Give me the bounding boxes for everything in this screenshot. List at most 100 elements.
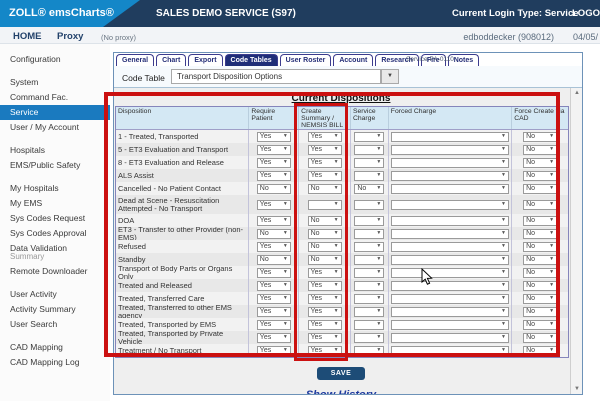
service-charge-select[interactable]: ▼ [354,242,384,252]
service-charge-select[interactable]: ▼ [354,346,384,356]
sidebar-item-my-ems[interactable]: My EMS [0,196,110,211]
create-summary-select[interactable]: Yes▼ [308,320,342,330]
force-create-cad-select[interactable]: No▼ [523,294,557,304]
force-create-cad-select[interactable]: No▼ [523,346,557,356]
save-button[interactable]: SAVE [317,367,366,380]
sidebar-item-cad-mapping[interactable]: CAD Mapping [0,340,110,355]
require-patient-select[interactable]: Yes▼ [257,158,291,168]
sidebar-item-activity-summary[interactable]: Activity Summary [0,302,110,317]
sidebar-item-sys-codes-request[interactable]: Sys Codes Request [0,211,110,226]
sidebar-item-service[interactable]: Service [0,105,110,120]
require-patient-select[interactable]: Yes▼ [257,346,291,356]
forced-charge-select[interactable]: ▼ [391,242,509,252]
force-create-cad-select[interactable]: No▼ [523,242,557,252]
forced-charge-select[interactable]: ▼ [391,216,509,226]
require-patient-select[interactable]: Yes▼ [257,333,291,343]
create-summary-select[interactable]: Yes▼ [308,145,342,155]
create-summary-select[interactable]: Yes▼ [308,346,342,356]
create-summary-select[interactable]: No▼ [308,229,342,239]
code-table-select[interactable]: Transport Disposition Options [171,69,381,84]
create-summary-select[interactable]: No▼ [308,242,342,252]
require-patient-select[interactable]: No▼ [257,184,291,194]
require-patient-select[interactable]: Yes▼ [257,242,291,252]
require-patient-select[interactable]: Yes▼ [257,216,291,226]
service-charge-select[interactable]: ▼ [354,229,384,239]
require-patient-select[interactable]: No▼ [257,255,291,265]
service-charge-select[interactable]: No▼ [354,184,384,194]
sidebar-item-hospitals[interactable]: Hospitals [0,143,110,158]
scroll-up-icon[interactable]: ▲ [571,90,582,96]
forced-charge-select[interactable]: ▼ [391,320,509,330]
tab-export[interactable]: Export [188,54,222,66]
force-create-cad-select[interactable]: No▼ [523,216,557,226]
require-patient-select[interactable]: Yes▼ [257,200,291,210]
forced-charge-select[interactable]: ▼ [391,281,509,291]
forced-charge-select[interactable]: ▼ [391,132,509,142]
forced-charge-select[interactable]: ▼ [391,200,509,210]
force-create-cad-select[interactable]: No▼ [523,281,557,291]
sidebar-item-user-my-account[interactable]: User / My Account [0,120,110,135]
force-create-cad-select[interactable]: No▼ [523,268,557,278]
create-summary-select[interactable]: Yes▼ [308,132,342,142]
sidebar-item-system[interactable]: System [0,75,110,90]
tab-account[interactable]: Account [333,54,373,66]
create-summary-select[interactable]: No▼ [308,184,342,194]
forced-charge-select[interactable]: ▼ [391,294,509,304]
require-patient-select[interactable]: Yes▼ [257,307,291,317]
forced-charge-select[interactable]: ▼ [391,158,509,168]
service-charge-select[interactable]: ▼ [354,333,384,343]
sidebar-item-data-validation[interactable]: Data ValidationSummary [0,241,110,264]
force-create-cad-select[interactable]: No▼ [523,132,557,142]
service-charge-select[interactable]: ▼ [354,216,384,226]
vertical-scrollbar[interactable]: ▲ ▼ [570,88,582,394]
service-charge-select[interactable]: ▼ [354,171,384,181]
require-patient-select[interactable]: No▼ [257,229,291,239]
forced-charge-select[interactable]: ▼ [391,333,509,343]
create-summary-select[interactable]: No▼ [308,255,342,265]
create-summary-select[interactable]: No▼ [308,216,342,226]
forced-charge-select[interactable]: ▼ [391,255,509,265]
force-create-cad-select[interactable]: No▼ [523,158,557,168]
service-charge-select[interactable]: ▼ [354,145,384,155]
sidebar-item-cad-mapping-log[interactable]: CAD Mapping Log [0,355,110,370]
force-create-cad-select[interactable]: No▼ [523,333,557,343]
sidebar-item-remote-downloader[interactable]: Remote Downloader [0,264,110,279]
proxy-menu[interactable]: Proxy [57,31,83,42]
forced-charge-select[interactable]: ▼ [391,229,509,239]
logoff-button[interactable]: LOGOFF [572,8,600,19]
sidebar-item-configuration[interactable]: Configuration [0,52,110,67]
forced-charge-select[interactable]: ▼ [391,145,509,155]
sidebar-item-command-fac[interactable]: Command Fac. [0,90,110,105]
forced-charge-select[interactable]: ▼ [391,171,509,181]
service-charge-select[interactable]: ▼ [354,132,384,142]
forced-charge-select[interactable]: ▼ [391,307,509,317]
require-patient-select[interactable]: Yes▼ [257,294,291,304]
create-summary-select[interactable]: Yes▼ [308,333,342,343]
sidebar-item-my-hospitals[interactable]: My Hospitals [0,181,110,196]
forced-charge-select[interactable]: ▼ [391,184,509,194]
tab-code-tables[interactable]: Code Tables [225,54,278,66]
require-patient-select[interactable]: Yes▼ [257,320,291,330]
service-charge-select[interactable]: ▼ [354,255,384,265]
forced-charge-select[interactable]: ▼ [391,268,509,278]
code-table-dropdown-icon[interactable]: ▼ [381,69,399,84]
service-charge-select[interactable]: ▼ [354,158,384,168]
force-create-cad-select[interactable]: No▼ [523,320,557,330]
sidebar-item-user-search[interactable]: User Search [0,317,110,332]
require-patient-select[interactable]: Yes▼ [257,132,291,142]
tab-general[interactable]: General [116,54,154,66]
forced-charge-select[interactable]: ▼ [391,346,509,356]
sidebar-item-ems-public-safety[interactable]: EMS/Public Safety [0,158,110,173]
service-charge-select[interactable]: ▼ [354,320,384,330]
create-summary-select[interactable]: ▼ [308,200,342,210]
require-patient-select[interactable]: Yes▼ [257,268,291,278]
create-summary-select[interactable]: Yes▼ [308,171,342,181]
scroll-down-icon[interactable]: ▼ [571,386,582,392]
force-create-cad-select[interactable]: No▼ [523,184,557,194]
create-summary-select[interactable]: Yes▼ [308,158,342,168]
home-menu[interactable]: HOME [13,31,42,42]
service-charge-select[interactable]: ▼ [354,294,384,304]
force-create-cad-select[interactable]: No▼ [523,200,557,210]
tab-user-roster[interactable]: User Roster [280,54,332,66]
require-patient-select[interactable]: Yes▼ [257,171,291,181]
